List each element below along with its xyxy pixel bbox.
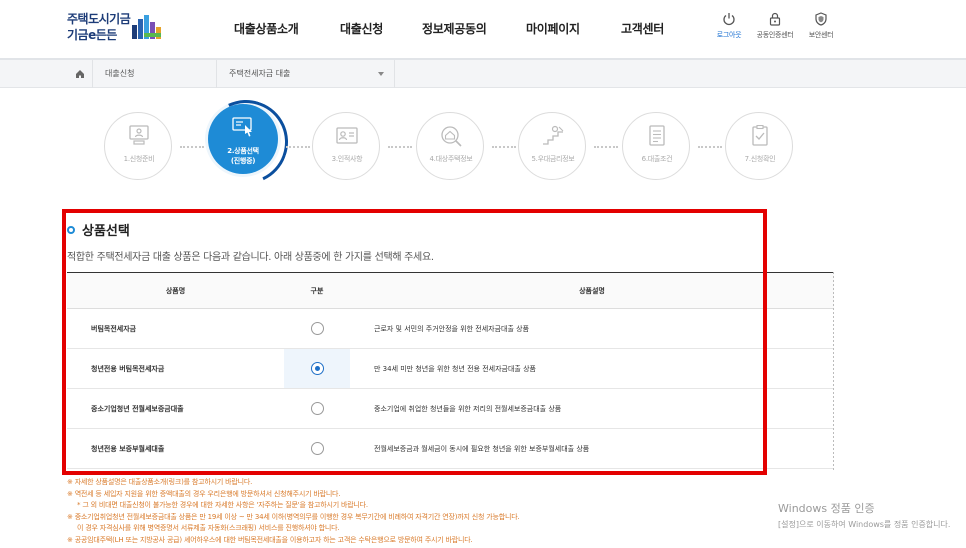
nav-info-consent[interactable]: 정보제공동의 — [422, 20, 487, 37]
logo-line1: 주택도시기금 — [67, 12, 131, 26]
note-3: * 그 외 비대면 대출신청이 불가능한 경우에 대한 자세한 사항은 '자주하… — [77, 501, 368, 509]
select-cell[interactable] — [284, 428, 350, 469]
table-right-border — [833, 272, 834, 470]
note-2: ※ 역전세 등 세입자 지원을 위한 증액대출의 경우 우리은행에 방문하셔서 … — [67, 489, 341, 498]
step-connector — [594, 146, 618, 148]
notes: ※ 자세한 상품설명은 대출상품소개(링크)를 참고하시기 바랍니다. ※ 역전… — [67, 477, 787, 546]
logout-label: 로그아웃 — [716, 31, 742, 39]
rate-stairs-icon — [543, 125, 564, 145]
logout-button[interactable]: 로그아웃 — [705, 12, 753, 40]
product-description: 전월세보증금과 월세금이 동시에 필요한 청년을 위한 보증부월세대출 상품 — [350, 428, 834, 469]
step-2-label-line2: (진행중) — [230, 157, 256, 165]
breadcrumb: 대출신청 주택전세자금 대출 — [0, 58, 966, 88]
step-2-label-line1: 2.상품선택 — [227, 147, 259, 155]
breadcrumb-level1[interactable]: 대출신청 — [93, 60, 217, 88]
logo-line2: 기금e든든 — [67, 28, 117, 42]
windows-activation-watermark: Windows 정품 인증 [설정]으로 이동하여 Windows를 정품 인증… — [778, 500, 950, 530]
step-3: 3.인적사항 — [312, 112, 380, 180]
nav-loan-apply[interactable]: 대출신청 — [340, 20, 383, 37]
lock-icon — [769, 12, 781, 26]
step-3-label: 3.인적사항 — [331, 155, 363, 163]
step-6-label: 6.대출조건 — [641, 155, 673, 163]
product-name: 청년전용 보증부월세대출 — [67, 428, 284, 469]
table-header-row: 상품명 구분 상품설명 — [67, 272, 834, 309]
chevron-down-icon — [378, 72, 384, 76]
certificate-center-label: 공동인증센터 — [756, 31, 794, 39]
site-logo[interactable]: 주택도시기금 기금e든든 — [67, 11, 177, 47]
select-cell[interactable] — [284, 348, 350, 389]
table-row[interactable]: 중소기업청년 전월세보증금대출 중소기업에 취업한 청년들을 위한 저리의 전월… — [67, 388, 834, 429]
shield-icon — [815, 12, 827, 26]
product-radio-1[interactable] — [310, 322, 324, 335]
step-5-label: 5.우대금리정보 — [531, 155, 575, 163]
logo-mark-icon — [132, 15, 161, 39]
computer-user-icon — [129, 125, 149, 145]
step-connector — [698, 146, 722, 148]
section-title-text: 상품선택 — [82, 224, 130, 239]
product-table: 상품명 구분 상품설명 버팀목전세자금 근로자 및 서민의 주거안정을 위한 전… — [67, 272, 834, 469]
step-4-label: 4.대상주택정보 — [429, 155, 473, 163]
note-1[interactable]: ※ 자세한 상품설명은 대출상품소개(링크)를 참고하시기 바랍니다. — [67, 477, 787, 489]
house-search-icon — [441, 126, 462, 147]
security-center-label: 보안센터 — [808, 31, 834, 39]
breadcrumb-level2-label: 주택전세자금 대출 — [229, 69, 291, 78]
site-header: 주택도시기금 기금e든든 대출상품소개 대출신청 정보제공동의 마이페이지 고객… — [0, 0, 966, 58]
checklist-icon — [752, 125, 768, 146]
step-connector — [286, 146, 310, 148]
watermark-line2: [설정]으로 이동하여 Windows를 정품 인증합니다. — [778, 520, 951, 529]
step-7-label: 7.신청확인 — [744, 155, 776, 163]
breadcrumb-home[interactable] — [67, 60, 93, 88]
id-card-icon — [336, 127, 358, 144]
step-5: 5.우대금리정보 — [518, 112, 586, 180]
product-radio-3[interactable] — [310, 402, 324, 415]
monitor-select-icon — [232, 117, 252, 137]
product-radio-4[interactable] — [310, 442, 324, 455]
nav-mypage[interactable]: 마이페이지 — [526, 20, 580, 37]
product-radio-2[interactable] — [310, 362, 324, 375]
nav-loan-products[interactable]: 대출상품소개 — [234, 20, 299, 37]
logo-text: 주택도시기금 기금e든든 — [67, 11, 131, 43]
step-1-label: 1.신청준비 — [123, 155, 155, 163]
product-name: 버팀목전세자금 — [67, 308, 284, 349]
document-list-icon — [649, 125, 665, 146]
step-2-current: 2.상품선택 (진행중) — [208, 104, 278, 174]
note-4: ※ 중소기업취업청년 전월세보증금대출 상품은 만 19세 이상 ~ 만 34세… — [67, 512, 520, 521]
table-row[interactable]: 버팀목전세자금 근로자 및 서민의 주거안정을 위한 전세자금대출 상품 — [67, 308, 834, 349]
security-center-button[interactable]: 보안센터 — [797, 12, 845, 40]
section-title: 상품선택 — [67, 220, 130, 239]
product-description: 중소기업에 취업한 청년들을 위한 저리의 전월세보증금대출 상품 — [350, 388, 834, 429]
col-header-description: 상품설명 — [350, 272, 834, 309]
watermark-line1: Windows 정품 인증 — [778, 502, 875, 515]
step-6: 6.대출조건 — [622, 112, 690, 180]
step-7: 7.신청확인 — [725, 112, 793, 180]
home-icon — [75, 70, 84, 78]
nav-customer-center[interactable]: 고객센터 — [621, 20, 664, 37]
circle-bullet-icon — [67, 225, 75, 234]
product-description: 근로자 및 서민의 주거안정을 위한 전세자금대출 상품 — [350, 308, 834, 349]
col-header-select: 구분 — [284, 272, 350, 309]
step-4: 4.대상주택정보 — [416, 112, 484, 180]
step-1: 1.신청준비 — [104, 112, 172, 180]
product-name: 청년전용 버팀목전세자금 — [67, 348, 284, 389]
step-connector — [180, 146, 204, 148]
breadcrumb-level2-select[interactable]: 주택전세자금 대출 — [217, 60, 395, 88]
note-5: 이 경우 자격심사를 위해 병역증명서 서류제출 자동화(스크래핑) 서비스를 … — [77, 524, 340, 532]
col-header-product-name: 상품명 — [67, 272, 284, 309]
progress-steps: 1.신청준비 2.상품선택 (진행중) 3.인적사항 4.대상주택정보 5.우대… — [0, 104, 966, 194]
section-description: 적합한 주택전세자금 대출 상품은 다음과 같습니다. 아래 상품중에 한 가지… — [67, 252, 434, 263]
note-6: ※ 공공임대주택(LH 또는 지방공사 공급) 셰어하우스에 대한 버팀목전세대… — [67, 535, 473, 544]
step-connector — [492, 146, 516, 148]
step-2-label: 2.상품선택 (진행중) — [208, 146, 278, 166]
select-cell[interactable] — [284, 388, 350, 429]
table-row[interactable]: 청년전용 보증부월세대출 전월세보증금과 월세금이 동시에 필요한 청년을 위한… — [67, 428, 834, 469]
step-connector — [388, 146, 412, 148]
table-row[interactable]: 청년전용 버팀목전세자금 만 34세 미만 청년을 위한 청년 전용 전세자금대… — [67, 348, 834, 389]
product-description: 만 34세 미만 청년을 위한 청년 전용 전세자금대출 상품 — [350, 348, 834, 389]
certificate-center-button[interactable]: 공동인증센터 — [751, 12, 799, 40]
power-icon — [723, 13, 735, 26]
product-name: 중소기업청년 전월세보증금대출 — [67, 388, 284, 429]
select-cell[interactable] — [284, 308, 350, 349]
